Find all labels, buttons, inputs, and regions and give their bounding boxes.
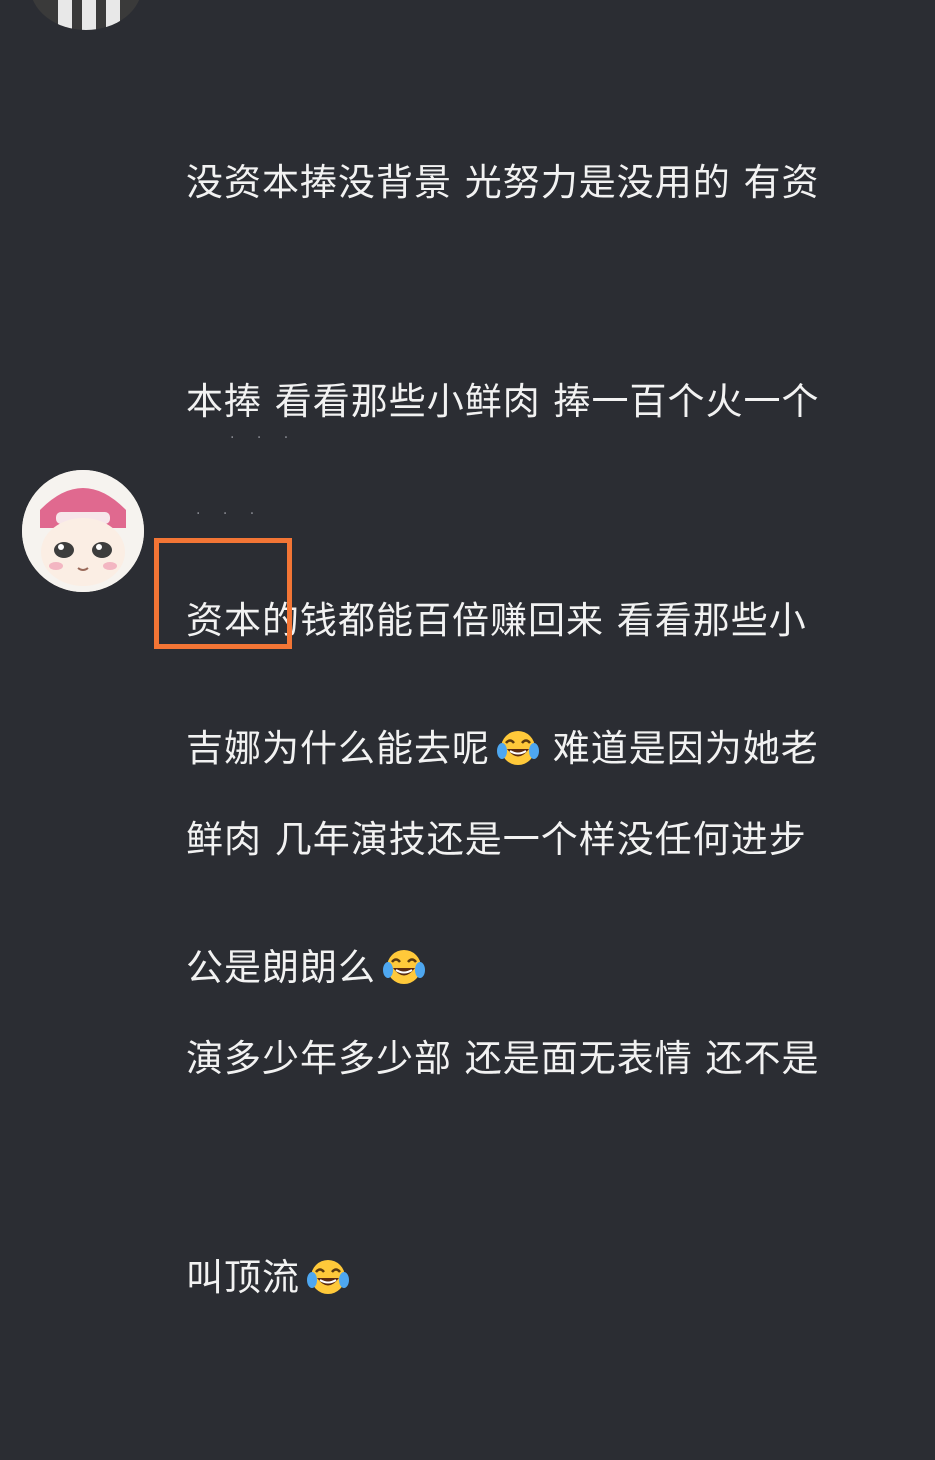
comment-line: 没资本捧没背景 光努力是没用的 有资: [186, 161, 820, 204]
laugh-cry-emoji-icon: [307, 1259, 349, 1294]
comment-line-text: 吉娜为什么能去呢: [186, 727, 490, 770]
comment-text: 吉娜为什么能去呢 难道是因为她老 公是朗朗么: [186, 566, 921, 1150]
comment-line-text: 叫顶流: [186, 1256, 300, 1299]
comment-line: 本捧 看看那些小鲜肉 捧一百个火一个: [186, 380, 820, 423]
separator-dots: · · ·: [230, 430, 298, 446]
commenter-avatar[interactable]: [30, 0, 142, 30]
comment-line-text: 公是朗朗么: [186, 946, 376, 989]
comment-line: 叫顶流: [186, 1241, 921, 1314]
commenter-avatar[interactable]: [22, 470, 144, 592]
cartoon-face-icon: [22, 470, 144, 592]
laugh-cry-emoji-icon: [383, 949, 425, 984]
comment-line: 公是朗朗么: [186, 931, 921, 1004]
separator-dots: · · ·: [196, 506, 264, 522]
comment-line: 吉娜为什么能去呢 难道是因为她老: [186, 712, 921, 785]
comment-line-text: 难道是因为她老: [552, 727, 819, 770]
laugh-cry-emoji-icon: [497, 730, 539, 765]
highlight-box: [154, 538, 292, 649]
comment-list: 没资本捧没背景 光努力是没用的 有资 本捧 看看那些小鲜肉 捧一百个火一个 资本…: [0, 0, 935, 1299]
